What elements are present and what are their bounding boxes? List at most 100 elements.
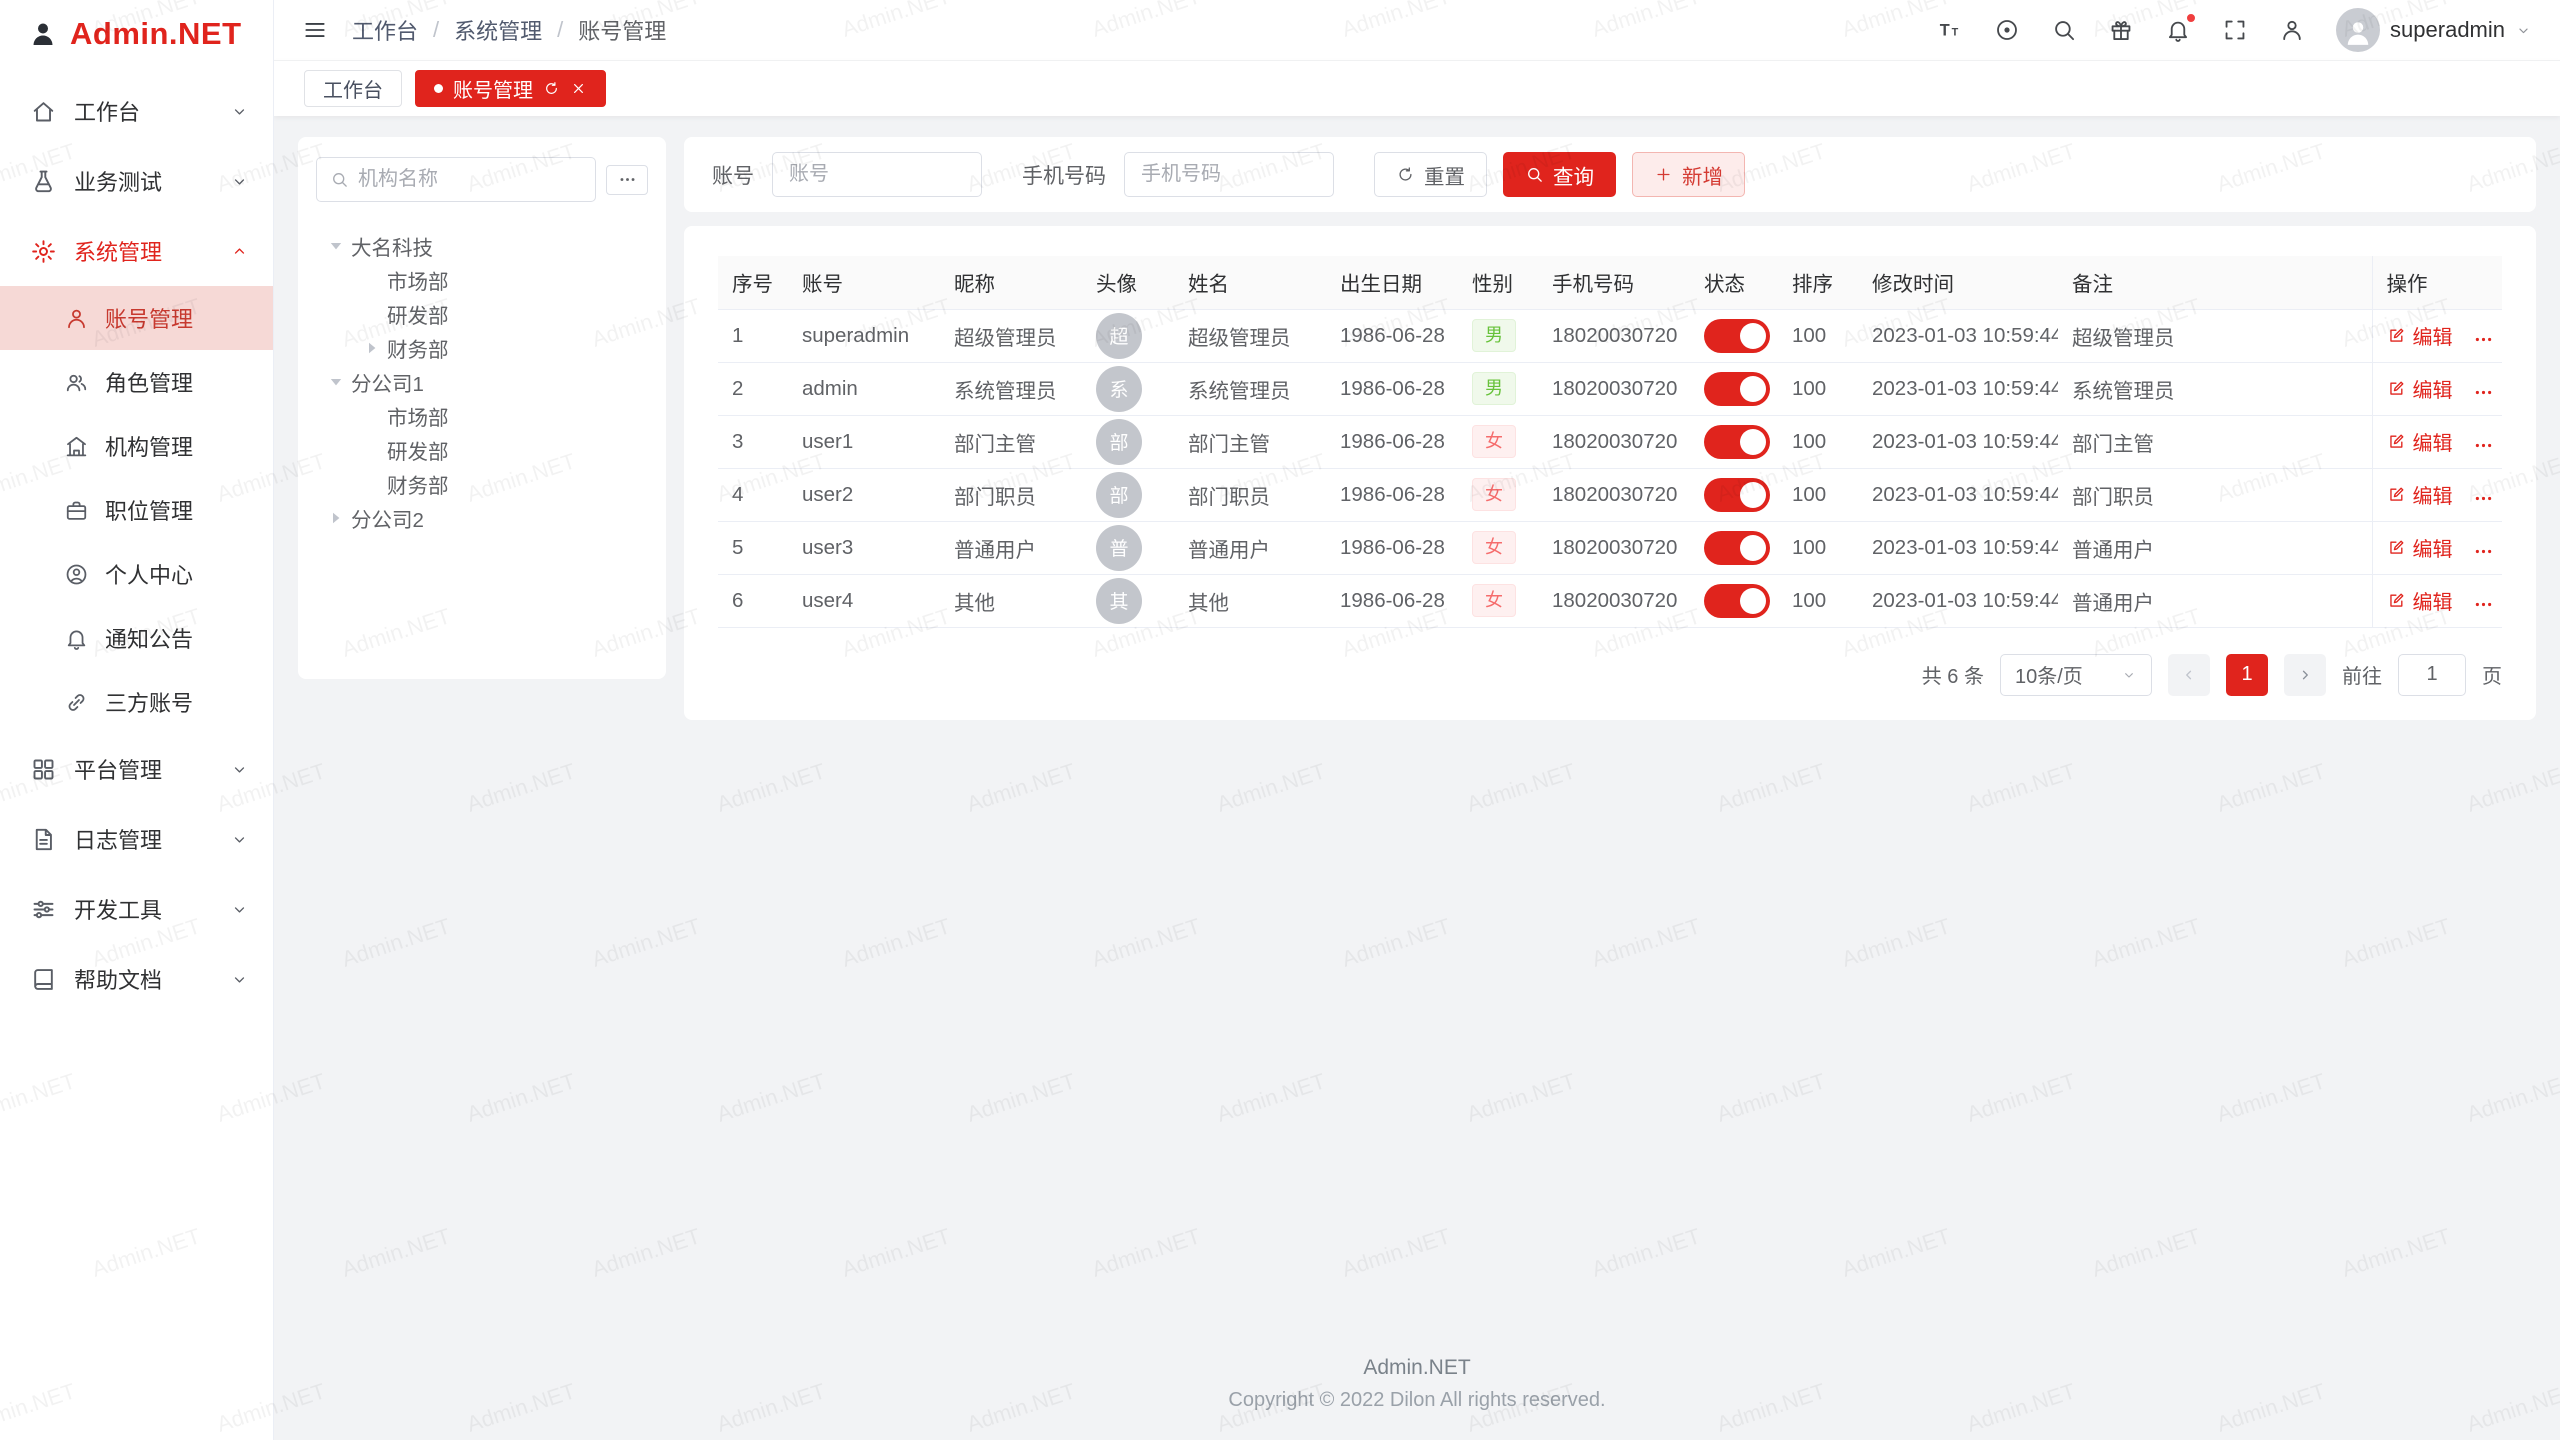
sidebar-subitem-2-0[interactable]: 账号管理 [0, 286, 273, 350]
row-more-button[interactable] [2473, 435, 2494, 456]
search-icon[interactable] [2051, 17, 2077, 43]
tab-refresh-button[interactable] [543, 80, 560, 97]
bell-icon [64, 626, 89, 651]
column-header-9: 排序 [1778, 256, 1858, 309]
row-more-button[interactable] [2473, 594, 2494, 615]
sidebar-subitem-2-6[interactable]: 三方账号 [0, 670, 273, 734]
tree-node-3[interactable]: 财务部 [316, 331, 648, 365]
gender-tag: 女 [1472, 478, 1516, 510]
cell-nickname: 部门主管 [940, 415, 1082, 468]
org-more-button[interactable] [606, 165, 648, 195]
more-icon [2473, 488, 2494, 509]
query-button[interactable]: 查询 [1503, 152, 1616, 197]
caret-down-icon [324, 370, 348, 394]
column-header-11: 备注 [2058, 256, 2372, 309]
user-menu[interactable]: superadmin [2336, 8, 2532, 52]
status-toggle[interactable] [1704, 319, 1770, 353]
sidebar-subitem-2-5[interactable]: 通知公告 [0, 606, 273, 670]
chevron-up-icon [230, 242, 249, 261]
row-more-button[interactable] [2473, 382, 2494, 403]
sidebar-subitem-2-4[interactable]: 个人中心 [0, 542, 273, 606]
status-toggle[interactable] [1704, 372, 1770, 406]
status-toggle[interactable] [1704, 478, 1770, 512]
tree-node-6[interactable]: 研发部 [316, 433, 648, 467]
account-input[interactable] [772, 152, 982, 197]
sidebar-subitem-2-3[interactable]: 职位管理 [0, 478, 273, 542]
tree-node-0[interactable]: 大名科技 [316, 229, 648, 263]
breadcrumb-item-1[interactable]: 系统管理 [454, 14, 542, 46]
edit-button[interactable]: 编辑 [2387, 427, 2453, 456]
edit-button[interactable]: 编辑 [2387, 480, 2453, 509]
sidebar-item-1[interactable]: 业务测试 [0, 146, 273, 216]
sidebar-item-6[interactable]: 帮助文档 [0, 944, 273, 1014]
goto-page-input[interactable] [2398, 654, 2466, 696]
cell-status [1690, 309, 1778, 362]
fullscreen-icon[interactable] [2222, 17, 2248, 43]
chevron-down-icon [230, 760, 249, 779]
edit-button[interactable]: 编辑 [2387, 321, 2453, 350]
tree-node-2[interactable]: 研发部 [316, 297, 648, 331]
row-more-button[interactable] [2473, 488, 2494, 509]
prev-page-button[interactable] [2168, 654, 2210, 696]
tree-node-5[interactable]: 市场部 [316, 399, 648, 433]
font-size-icon[interactable]: TT [1937, 17, 1963, 43]
menu-collapse-icon[interactable] [302, 17, 328, 43]
sidebar-subitem-2-1[interactable]: 角色管理 [0, 350, 273, 414]
status-toggle[interactable] [1704, 425, 1770, 459]
breadcrumb-separator: / [433, 17, 439, 43]
edit-button[interactable]: 编辑 [2387, 533, 2453, 562]
gift-icon[interactable] [2108, 17, 2134, 43]
caret-down-icon [324, 234, 348, 258]
phone-input[interactable] [1124, 152, 1334, 197]
plus-icon [1654, 165, 1673, 184]
sidebar-item-2[interactable]: 系统管理 [0, 216, 273, 286]
tree-node-4[interactable]: 分公司1 [316, 365, 648, 399]
tab-close-button[interactable] [570, 80, 587, 97]
org-search-field [316, 157, 596, 202]
briefcase-icon [64, 498, 89, 523]
sidebar-item-5[interactable]: 开发工具 [0, 874, 273, 944]
sidebar-item-4[interactable]: 日志管理 [0, 804, 273, 874]
sidebar-item-3[interactable]: 平台管理 [0, 734, 273, 804]
tree-node-7[interactable]: 财务部 [316, 467, 648, 501]
edit-button[interactable]: 编辑 [2387, 586, 2453, 615]
tab-0[interactable]: 工作台 [304, 70, 402, 107]
caret-right-icon [324, 506, 348, 530]
cell-account: admin [788, 362, 940, 415]
sidebar-item-label: 帮助文档 [74, 963, 230, 995]
cell-sort: 100 [1778, 468, 1858, 521]
user-config-icon[interactable] [2279, 17, 2305, 43]
row-more-button[interactable] [2473, 329, 2494, 350]
sidebar-subitem-2-2[interactable]: 机构管理 [0, 414, 273, 478]
logo[interactable]: Admin.NET [0, 0, 273, 68]
cell-avatar: 部 [1082, 415, 1174, 468]
edit-button[interactable]: 编辑 [2387, 374, 2453, 403]
search-icon [330, 170, 349, 189]
column-header-7: 手机号码 [1538, 256, 1690, 309]
logo-icon [28, 19, 58, 49]
tree-node-label: 研发部 [387, 299, 449, 329]
breadcrumb-item-2[interactable]: 账号管理 [578, 14, 666, 46]
bell-icon[interactable] [2165, 17, 2191, 43]
sidebar-item-0[interactable]: 工作台 [0, 76, 273, 146]
tree-node-8[interactable]: 分公司2 [316, 501, 648, 535]
reset-button[interactable]: 重置 [1374, 152, 1487, 197]
cell-modified-time: 2023-01-03 10:59:44 [1858, 521, 2058, 574]
theme-icon[interactable] [1994, 17, 2020, 43]
status-toggle[interactable] [1704, 584, 1770, 618]
edit-icon [2387, 379, 2406, 398]
cell-avatar: 普 [1082, 521, 1174, 574]
current-page-button[interactable]: 1 [2226, 654, 2268, 696]
account-filter-group: 账号 [712, 152, 982, 197]
add-button[interactable]: 新增 [1632, 152, 1745, 197]
breadcrumb-item-0[interactable]: 工作台 [352, 14, 418, 46]
status-toggle[interactable] [1704, 531, 1770, 565]
gender-tag: 男 [1472, 319, 1516, 351]
page-size-select[interactable]: 10条/页 [2000, 654, 2152, 696]
cell-name: 普通用户 [1174, 521, 1326, 574]
tab-1[interactable]: 账号管理 [415, 70, 606, 107]
org-search-input[interactable] [358, 168, 582, 191]
tree-node-1[interactable]: 市场部 [316, 263, 648, 297]
row-more-button[interactable] [2473, 541, 2494, 562]
next-page-button[interactable] [2284, 654, 2326, 696]
